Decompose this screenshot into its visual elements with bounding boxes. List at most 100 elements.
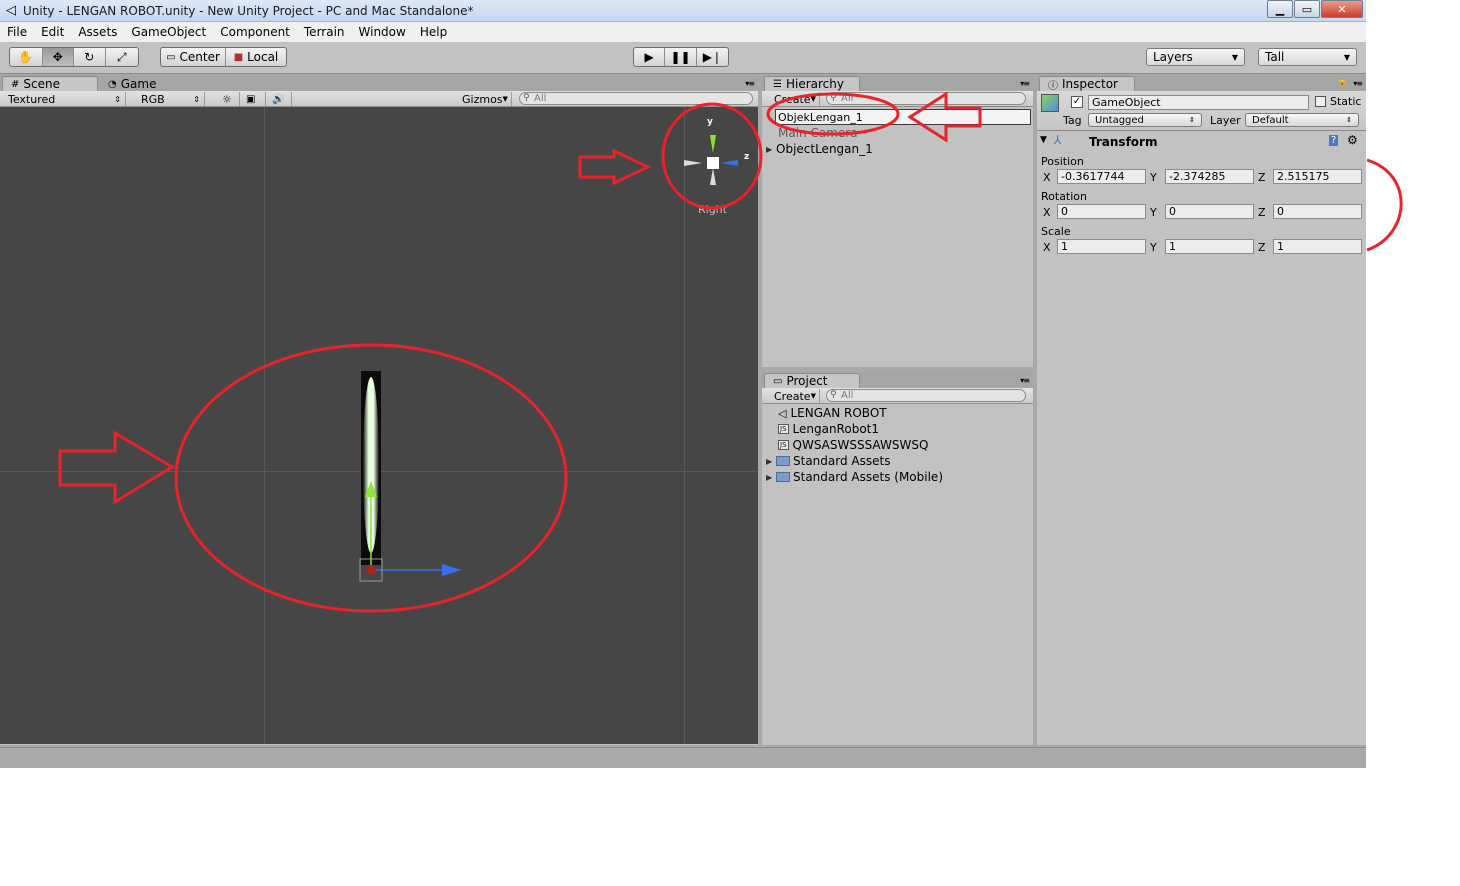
lighting-toggle[interactable]: ☼ bbox=[218, 92, 240, 106]
project-create-dropdown[interactable]: Create ▼ bbox=[770, 389, 820, 403]
scale-z-field[interactable]: 1 bbox=[1273, 239, 1362, 254]
game-pacman-icon: ◔ bbox=[108, 78, 117, 90]
pivot-mode-button[interactable]: ▭ Center bbox=[161, 48, 226, 66]
rotation-z-field[interactable]: 0 bbox=[1273, 204, 1362, 219]
rotation-y-field[interactable]: 0 bbox=[1165, 204, 1254, 219]
robot-arm-object[interactable] bbox=[340, 365, 480, 590]
tab-game[interactable]: ◔ Game bbox=[99, 76, 189, 91]
expand-triangle-icon[interactable]: ▶ bbox=[766, 473, 776, 482]
menu-component[interactable]: Component bbox=[213, 25, 297, 39]
rotation-x-field[interactable]: 0 bbox=[1057, 204, 1146, 219]
expand-triangle-icon[interactable]: ▶ bbox=[766, 145, 776, 154]
hierarchy-search-placeholder: All bbox=[841, 93, 854, 104]
audio-toggle[interactable]: 🔊 bbox=[268, 92, 292, 106]
hierarchy-item-main-camera[interactable]: Main Camera bbox=[778, 126, 858, 140]
folder-icon: ▭ bbox=[773, 375, 783, 387]
tab-scene[interactable]: # Scene bbox=[2, 76, 98, 91]
project-item-scene[interactable]: ◁ LENGAN ROBOT bbox=[778, 406, 887, 420]
menu-terrain[interactable]: Terrain bbox=[297, 25, 352, 39]
scale-tool-button[interactable]: ⤢ bbox=[106, 48, 138, 66]
menu-file[interactable]: File bbox=[0, 25, 34, 39]
object-name-field[interactable]: GameObject bbox=[1088, 95, 1309, 110]
pivot-rotation-button[interactable]: ■ Local bbox=[226, 48, 286, 66]
hand-icon: ✋ bbox=[18, 50, 34, 64]
scene-search-input[interactable]: ⚲ All bbox=[519, 92, 753, 105]
project-item-folder[interactable]: ▶ Standard Assets (Mobile) bbox=[766, 470, 943, 484]
axis-z-label: Z bbox=[1258, 241, 1266, 254]
close-button[interactable]: ✕ bbox=[1321, 0, 1363, 18]
position-label: Position bbox=[1041, 155, 1084, 168]
hierarchy-create-dropdown[interactable]: Create ▼ bbox=[770, 92, 820, 106]
position-y-field[interactable]: -2.374285 bbox=[1165, 169, 1254, 184]
project-item-script[interactable]: JS LenganRobot1 bbox=[778, 422, 879, 436]
hierarchy-panel: ☰ Hierarchy ▾≡ Create ▼ ⚲ All Main Camer… bbox=[762, 75, 1033, 367]
inspector-panel: ⓘ Inspector 🔒 ▾≡ ✓ GameObject Static Tag… bbox=[1037, 75, 1366, 745]
project-search-input[interactable]: ⚲ All bbox=[826, 389, 1026, 402]
static-checkbox[interactable] bbox=[1315, 96, 1326, 107]
minimize-icon: ▁ bbox=[1275, 2, 1285, 16]
render-mode-dropdown[interactable]: Textured ⇕ bbox=[4, 92, 126, 106]
color-mode-dropdown[interactable]: RGB ⇕ bbox=[137, 92, 205, 106]
layers-dropdown-label: Layers bbox=[1153, 50, 1193, 64]
panel-menu-icon[interactable]: ▾≡ bbox=[1020, 376, 1030, 385]
project-item-folder[interactable]: ▶ Standard Assets bbox=[766, 454, 890, 468]
tab-hierarchy[interactable]: ☰ Hierarchy bbox=[764, 76, 860, 91]
move-handle-z-arrow[interactable] bbox=[442, 564, 462, 576]
lock-icon[interactable]: 🔒 bbox=[1337, 77, 1348, 87]
tab-project[interactable]: ▭ Project bbox=[764, 373, 860, 388]
panel-menu-icon[interactable]: ▾≡ bbox=[1353, 79, 1363, 88]
help-icon[interactable]: ? bbox=[1329, 135, 1339, 146]
gear-icon[interactable]: ⚙ bbox=[1347, 133, 1358, 147]
active-checkbox[interactable]: ✓ bbox=[1071, 96, 1083, 108]
menu-assets[interactable]: Assets bbox=[71, 25, 124, 39]
transform-header[interactable]: ▼ ⅄ Transform ? ⚙ bbox=[1037, 133, 1366, 151]
minimize-button[interactable]: ▁ bbox=[1267, 0, 1293, 18]
hierarchy-search-input[interactable]: ⚲ All bbox=[826, 92, 1026, 105]
menu-gameobject[interactable]: GameObject bbox=[124, 25, 213, 39]
scale-y-field[interactable]: 1 bbox=[1165, 239, 1254, 254]
project-item-label: QWSASWSSSAWSWSQ bbox=[792, 438, 929, 452]
collapse-triangle-icon[interactable]: ▼ bbox=[1040, 135, 1047, 145]
menu-window[interactable]: Window bbox=[352, 25, 413, 39]
hierarchy-item-label: Main Camera bbox=[778, 126, 858, 140]
folder-icon bbox=[776, 456, 790, 466]
axis-x-label: X bbox=[1043, 171, 1051, 184]
project-item-label: LenganRobot1 bbox=[792, 422, 879, 436]
layer-dropdown[interactable]: Default ⇕ bbox=[1245, 113, 1359, 127]
expand-triangle-icon[interactable]: ▶ bbox=[766, 457, 776, 466]
layers-dropdown[interactable]: Layers ▼ bbox=[1146, 48, 1245, 66]
dropdown-arrow-icon: ▼ bbox=[1231, 52, 1238, 62]
hand-tool-button[interactable]: ✋ bbox=[10, 48, 43, 66]
scale-label: Scale bbox=[1041, 225, 1071, 238]
hierarchy-item-objectlengan[interactable]: ▶ ObjectLengan_1 bbox=[766, 142, 873, 156]
dropdown-arrow-icon: ▼ bbox=[810, 95, 816, 103]
rotate-tool-button[interactable]: ↻ bbox=[74, 48, 106, 66]
position-x-field[interactable]: -0.3617744 bbox=[1057, 169, 1146, 184]
project-tabstrip: ▭ Project ▾≡ bbox=[762, 372, 1033, 388]
axis-y-label: Y bbox=[1150, 206, 1157, 219]
rename-field[interactable] bbox=[775, 109, 1031, 125]
play-icon: ▶ bbox=[644, 50, 654, 64]
menu-help[interactable]: Help bbox=[413, 25, 454, 39]
create-label: Create bbox=[774, 389, 811, 403]
panel-menu-icon[interactable]: ▾≡ bbox=[745, 79, 755, 88]
position-z-field[interactable]: 2.515175 bbox=[1273, 169, 1362, 184]
menu-edit[interactable]: Edit bbox=[34, 25, 71, 39]
menu-bar: File Edit Assets GameObject Component Te… bbox=[0, 22, 1366, 42]
step-button[interactable]: ▶❘ bbox=[697, 48, 728, 66]
tag-dropdown[interactable]: Untagged ⇕ bbox=[1088, 113, 1202, 127]
layer-value: Default bbox=[1252, 114, 1289, 126]
maximize-button[interactable]: ▭ bbox=[1294, 0, 1320, 18]
project-control-bar: Create ▼ ⚲ All bbox=[762, 388, 1033, 404]
skybox-toggle[interactable]: ▣ bbox=[242, 92, 266, 106]
pause-button[interactable]: ❚❚ bbox=[665, 48, 697, 66]
move-tool-button[interactable]: ✥ bbox=[42, 48, 75, 66]
play-button[interactable]: ▶ bbox=[634, 48, 666, 66]
gizmos-dropdown[interactable]: Gizmos ▼ bbox=[458, 92, 512, 106]
scale-x-field[interactable]: 1 bbox=[1057, 239, 1146, 254]
panel-menu-icon[interactable]: ▾≡ bbox=[1020, 79, 1030, 88]
tab-inspector[interactable]: ⓘ Inspector bbox=[1039, 76, 1135, 92]
project-item-script[interactable]: JS QWSASWSSSAWSWSQ bbox=[778, 438, 928, 452]
layout-dropdown[interactable]: Tall ▼ bbox=[1258, 48, 1357, 66]
scene-viewport[interactable]: y z Right bbox=[0, 107, 758, 744]
